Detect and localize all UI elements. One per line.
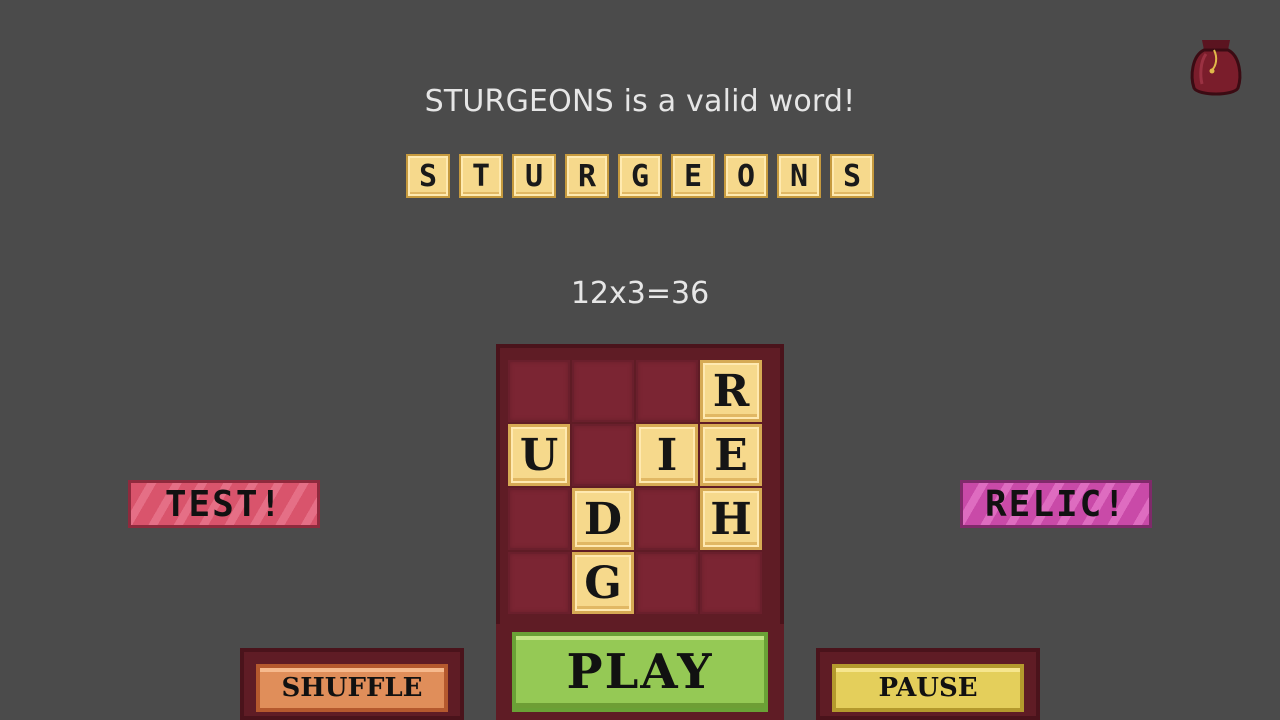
test-button[interactable]: TEST! bbox=[128, 480, 320, 528]
word-tiles: STURGEONS bbox=[406, 154, 874, 198]
relic-button[interactable]: RELIC! bbox=[960, 480, 1152, 528]
shuffle-frame: SHUFFLE bbox=[240, 648, 464, 720]
letter-tile[interactable]: U bbox=[508, 424, 570, 486]
letter-tile[interactable]: G bbox=[572, 552, 634, 614]
bag-icon[interactable] bbox=[1188, 32, 1244, 98]
pause-button[interactable]: PAUSE bbox=[832, 664, 1024, 712]
word-tile: R bbox=[565, 154, 609, 198]
word-tile: E bbox=[671, 154, 715, 198]
score-formula: 12x3=36 bbox=[570, 276, 710, 311]
board-cell[interactable] bbox=[700, 552, 762, 614]
word-tile: T bbox=[459, 154, 503, 198]
letter-tile[interactable]: D bbox=[572, 488, 634, 550]
play-frame: PLAY bbox=[496, 624, 784, 720]
word-tile: G bbox=[618, 154, 662, 198]
board-cell[interactable] bbox=[572, 360, 634, 422]
word-tile: S bbox=[830, 154, 874, 198]
status-message: STURGEONS is a valid word! bbox=[424, 84, 856, 119]
word-tile: N bbox=[777, 154, 821, 198]
board-cell[interactable] bbox=[636, 552, 698, 614]
letter-tile[interactable]: H bbox=[700, 488, 762, 550]
board-grid: R U IE D H G bbox=[508, 360, 764, 616]
board-cell[interactable] bbox=[636, 360, 698, 422]
word-tile: O bbox=[724, 154, 768, 198]
board-cell[interactable] bbox=[508, 552, 570, 614]
letter-tile[interactable]: R bbox=[700, 360, 762, 422]
pause-frame: PAUSE bbox=[816, 648, 1040, 720]
board-cell[interactable] bbox=[572, 424, 634, 486]
word-tile: S bbox=[406, 154, 450, 198]
board-cell[interactable] bbox=[508, 488, 570, 550]
board-cell[interactable] bbox=[636, 488, 698, 550]
letter-tile[interactable]: E bbox=[700, 424, 762, 486]
shuffle-button[interactable]: SHUFFLE bbox=[256, 664, 448, 712]
letter-tile[interactable]: I bbox=[636, 424, 698, 486]
play-button[interactable]: PLAY bbox=[512, 632, 768, 712]
word-tile: U bbox=[512, 154, 556, 198]
board-cell[interactable] bbox=[508, 360, 570, 422]
